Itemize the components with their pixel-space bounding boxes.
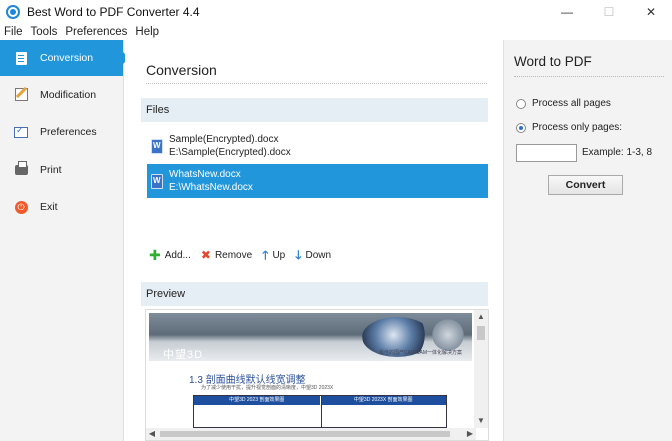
remove-x-icon: ✖	[200, 248, 211, 262]
remove-label: Remove	[214, 249, 253, 261]
sidebar-item-label: Conversion	[40, 52, 94, 64]
scroll-down-icon[interactable]: ▼	[474, 414, 488, 428]
page-title: Conversion	[146, 62, 217, 78]
radio-label: Process all pages	[532, 98, 611, 109]
options-panel: Word to PDF Process all pages Process on…	[503, 40, 672, 441]
radio-icon[interactable]	[516, 98, 526, 109]
horizontal-scrollbar[interactable]: ◀ ▶	[146, 428, 476, 440]
word-file-icon	[151, 138, 163, 154]
preview-banner: 中望3D 最佳的国产CAD/CAM一体化解决方案	[149, 313, 472, 361]
preview-table-header: 中望3D 2023 剖面效果图	[194, 396, 321, 405]
vertical-scrollbar[interactable]: ▲ ▼	[474, 310, 488, 428]
main-panel: Conversion Files Sample(Encrypted).docx …	[125, 40, 503, 441]
sidebar-item-label: Print	[40, 163, 62, 176]
sidebar-item-preferences[interactable]: Preferences	[0, 114, 123, 152]
down-button[interactable]: 🡓 Down	[291, 245, 335, 265]
arrow-up-icon: 🡑	[262, 248, 269, 262]
sidebar-item-label: Modification	[40, 88, 97, 101]
sidebar-item-conversion[interactable]: Conversion	[0, 40, 129, 76]
preview-table-header: 中望3D 2023X 剖面效果图	[353, 397, 413, 403]
divider	[146, 83, 487, 84]
preview-table: 中望3D 2023 剖面效果图 中望3D 2023X 剖面效果图	[193, 395, 447, 428]
scroll-thumb[interactable]	[477, 326, 485, 340]
options-title: Word to PDF	[514, 54, 592, 69]
sidebar-item-label: Preferences	[40, 126, 97, 139]
up-button[interactable]: 🡑 Up	[258, 245, 289, 265]
plus-icon: ✚	[149, 247, 161, 263]
app-logo-icon	[6, 5, 20, 19]
menu-help[interactable]: Help	[131, 26, 163, 38]
down-label: Down	[305, 249, 332, 261]
process-only-pages-radio[interactable]: Process only pages:	[516, 122, 622, 133]
sidebar-item-exit[interactable]: ⏻ Exit	[0, 189, 123, 227]
scroll-up-icon[interactable]: ▲	[474, 310, 488, 324]
file-name: WhatsNew.docx	[169, 169, 241, 180]
scroll-thumb[interactable]	[160, 431, 450, 437]
pages-example-hint: Example: 1-3, 8	[582, 147, 653, 158]
file-row[interactable]: Sample(Encrypted).docx E:\Sample(Encrypt…	[147, 129, 488, 163]
scroll-right-icon[interactable]: ▶	[464, 428, 476, 440]
convert-button[interactable]: Convert	[548, 175, 623, 195]
file-path: E:\Sample(Encrypted).docx	[169, 147, 291, 158]
minimize-button[interactable]: —	[546, 0, 588, 24]
document-icon	[14, 51, 28, 65]
files-section-header: Files	[141, 98, 488, 122]
file-path: E:\WhatsNew.docx	[169, 182, 253, 193]
up-label: Up	[272, 249, 286, 261]
preview-section-header: Preview	[141, 282, 488, 306]
preview-page-image: 中望3D 最佳的国产CAD/CAM一体化解决方案 1.3 剖面曲线默认线宽调整 …	[149, 313, 472, 428]
sidebar-item-label: Exit	[40, 201, 58, 214]
close-button[interactable]: ✕	[630, 0, 672, 24]
file-name: Sample(Encrypted).docx	[169, 134, 279, 145]
checklist-icon	[14, 125, 28, 139]
menu-file[interactable]: File	[0, 26, 27, 38]
preview-logo: 中望3D	[163, 349, 204, 361]
maximize-button[interactable]: ☐	[588, 0, 630, 24]
sidebar-item-print[interactable]: Print	[0, 151, 123, 189]
file-toolbar: ✚ Add... ✖ Remove 🡑 Up 🡓 Down	[145, 245, 337, 265]
menu-tools[interactable]: Tools	[27, 26, 62, 38]
preview-pane[interactable]: 中望3D 最佳的国产CAD/CAM一体化解决方案 1.3 剖面曲线默认线宽调整 …	[145, 309, 489, 441]
pencil-icon	[14, 88, 28, 102]
window-controls: — ☐ ✕	[546, 0, 672, 24]
menu-preferences[interactable]: Preferences	[61, 26, 131, 38]
scroll-left-icon[interactable]: ◀	[146, 428, 158, 440]
sidebar-item-modification[interactable]: Modification	[0, 76, 123, 114]
power-icon: ⏻	[14, 200, 28, 214]
divider	[514, 76, 664, 77]
add-button[interactable]: ✚ Add...	[145, 245, 195, 265]
title-bar: Best Word to PDF Converter 4.4 — ☐ ✕	[0, 0, 672, 24]
pages-input[interactable]	[516, 144, 577, 162]
window-title: Best Word to PDF Converter 4.4	[27, 5, 200, 19]
radio-checked-icon[interactable]	[516, 122, 526, 133]
printer-icon	[14, 160, 28, 177]
remove-button[interactable]: ✖ Remove	[197, 245, 256, 265]
add-label: Add...	[164, 249, 191, 261]
arrow-down-icon: 🡓	[295, 248, 302, 262]
file-row-selected[interactable]: WhatsNew.docx E:\WhatsNew.docx	[147, 164, 488, 198]
sidebar: Conversion Modification Preferences Prin…	[0, 40, 129, 441]
preview-banner-subtitle: 最佳的国产CAD/CAM一体化解决方案	[378, 350, 462, 356]
process-all-pages-radio[interactable]: Process all pages	[516, 98, 611, 109]
menu-bar: File Tools Preferences Help	[0, 24, 672, 40]
file-list[interactable]: Sample(Encrypted).docx E:\Sample(Encrypt…	[147, 129, 488, 199]
preview-subtext: 为了减少使用干扰，提升视觉剖面的清晰度，中望3D 2023X	[201, 385, 334, 391]
radio-label: Process only pages:	[532, 122, 623, 133]
word-file-icon	[151, 173, 163, 189]
